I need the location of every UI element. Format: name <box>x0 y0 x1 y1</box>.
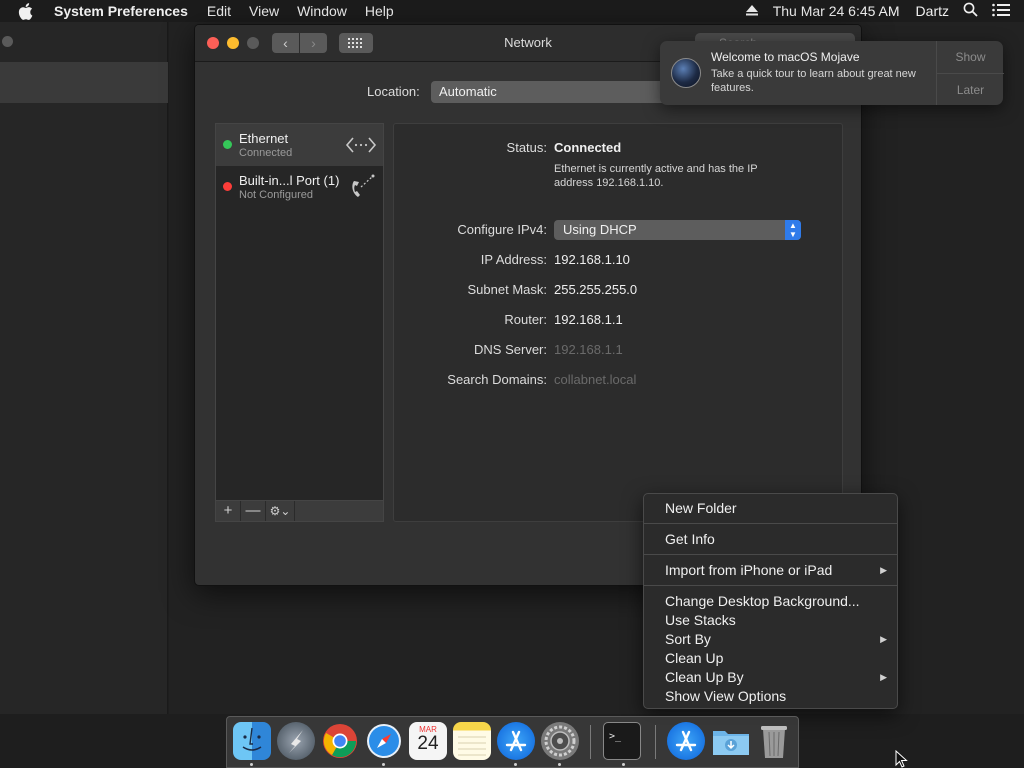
menu-app-name[interactable]: System Preferences <box>54 3 188 19</box>
notes-icon[interactable] <box>453 722 491 760</box>
status-value: Connected <box>554 140 622 155</box>
service-name: Ethernet <box>239 131 289 146</box>
service-status: Connected <box>239 147 293 159</box>
background-window[interactable] <box>0 22 168 714</box>
service-detail-panel: Status: Connected Ethernet is currently … <box>393 123 843 522</box>
notification-later-button[interactable]: Later <box>937 73 1004 105</box>
menu-item-clean-up-by[interactable]: Clean Up By <box>665 669 744 685</box>
mouse-cursor-icon <box>895 750 908 768</box>
submenu-arrow-icon: ▶ <box>880 565 887 575</box>
service-item-builtin-port[interactable]: Built-in...l Port (1) Not Configured <box>216 166 383 208</box>
status-label: Status: <box>506 140 547 155</box>
menu-window[interactable]: Window <box>297 3 347 19</box>
remove-service-button[interactable]: — <box>241 501 266 521</box>
spotlight-search-icon[interactable] <box>963 2 978 20</box>
dock-divider <box>590 725 591 759</box>
subnet-mask-value: 255.255.255.0 <box>554 282 638 297</box>
downloads-folder-icon[interactable] <box>711 722 749 760</box>
running-indicator <box>382 763 385 766</box>
running-indicator <box>558 763 561 766</box>
add-service-button[interactable]: + <box>216 501 241 521</box>
menu-bar: System Preferences Edit View Window Help… <box>0 0 1024 22</box>
notification-show-button[interactable]: Show <box>937 41 1004 73</box>
running-indicator <box>250 763 253 766</box>
menu-help[interactable]: Help <box>365 3 394 19</box>
calendar-icon[interactable]: MAR 24 <box>409 722 447 760</box>
menu-separator <box>644 554 897 555</box>
configure-ipv4-value: Using DHCP <box>563 222 637 237</box>
launchpad-icon[interactable] <box>277 722 315 760</box>
running-indicator <box>622 763 625 766</box>
app-store-icon[interactable] <box>497 722 535 760</box>
menubar-user[interactable]: Dartz <box>916 3 949 19</box>
dns-server-label: DNS Server: <box>474 342 547 357</box>
apple-menu-icon[interactable] <box>18 2 40 20</box>
eject-icon[interactable] <box>745 3 759 20</box>
menu-item-change-desktop-background[interactable]: Change Desktop Background... <box>665 593 860 609</box>
macos-mojave-icon <box>671 58 701 88</box>
dock-divider <box>655 725 656 759</box>
window-control-icon <box>2 36 13 47</box>
select-stepper-icon: ▲ ▼ <box>785 220 801 240</box>
dns-server-value: 192.168.1.1 <box>554 342 623 357</box>
dock: MAR 24 >_ <box>226 716 799 768</box>
ip-address-value: 192.168.1.10 <box>554 252 630 267</box>
notification-body: Take a quick tour to learn about great n… <box>711 68 916 94</box>
menu-item-clean-up[interactable]: Clean Up <box>665 650 723 666</box>
notification-actions: Show Later <box>936 41 1004 105</box>
desktop-context-menu: New Folder Get Info Import from iPhone o… <box>643 493 898 709</box>
menu-item-sort-by[interactable]: Sort By <box>665 631 711 647</box>
menu-item-new-folder[interactable]: New Folder <box>665 500 737 516</box>
menu-item-import[interactable]: Import from iPhone or iPad <box>665 562 832 578</box>
service-name: Built-in...l Port (1) <box>239 173 340 188</box>
chrome-icon[interactable] <box>321 722 359 760</box>
ip-address-label: IP Address: <box>480 252 547 267</box>
service-list-toolbar: + — ⚙⌄ <box>215 501 384 522</box>
welcome-notification[interactable]: Welcome to macOS Mojave Take a quick tou… <box>660 41 1004 105</box>
running-indicator <box>514 763 517 766</box>
subnet-mask-label: Subnet Mask: <box>467 282 548 297</box>
location-label: Location: <box>367 84 420 99</box>
menu-view[interactable]: View <box>249 3 279 19</box>
configure-ipv4-label: Configure IPv4: <box>457 222 547 237</box>
service-actions-gear-button[interactable]: ⚙⌄ <box>266 501 295 521</box>
submenu-arrow-icon: ▶ <box>880 672 887 682</box>
trash-icon[interactable] <box>755 722 793 760</box>
calendar-day: 24 <box>417 733 439 754</box>
status-description: Ethernet is currently active and has the… <box>554 163 758 189</box>
menu-edit[interactable]: Edit <box>207 3 231 19</box>
svg-text:>_: >_ <box>609 731 622 742</box>
submenu-arrow-icon: ▶ <box>880 634 887 644</box>
router-label: Router: <box>504 312 547 327</box>
service-status: Not Configured <box>239 189 313 201</box>
status-not-configured-icon <box>223 182 232 191</box>
finder-icon[interactable] <box>233 722 271 760</box>
location-select[interactable]: Automatic <box>431 81 671 103</box>
safari-icon[interactable] <box>365 722 403 760</box>
system-preferences-icon[interactable] <box>541 722 579 760</box>
notification-title: Welcome to macOS Mojave <box>711 50 860 64</box>
router-value: 192.168.1.1 <box>554 312 623 327</box>
app-store-downloads-icon[interactable] <box>667 722 705 760</box>
background-selected-row[interactable] <box>0 62 168 103</box>
service-item-ethernet[interactable]: Ethernet Connected <box>216 124 383 166</box>
configure-ipv4-select[interactable]: Using DHCP ▲ ▼ <box>554 220 801 240</box>
ethernet-icon <box>345 137 377 153</box>
menu-item-use-stacks[interactable]: Use Stacks <box>665 612 736 628</box>
menubar-clock[interactable]: Thu Mar 24 6:45 AM <box>773 3 900 19</box>
status-connected-icon <box>223 140 232 149</box>
menu-item-show-view-options[interactable]: Show View Options <box>665 688 786 704</box>
search-domains-value: collabnet.local <box>554 372 637 387</box>
menu-item-get-info[interactable]: Get Info <box>665 531 715 547</box>
menu-separator <box>644 585 897 586</box>
notification-center-icon[interactable] <box>992 3 1010 20</box>
menu-separator <box>644 523 897 524</box>
phone-modem-icon <box>352 174 375 197</box>
search-domains-label: Search Domains: <box>447 372 547 387</box>
terminal-icon[interactable]: >_ <box>603 722 641 760</box>
network-service-list: Ethernet Connected Built-in...l Port (1)… <box>215 123 384 501</box>
